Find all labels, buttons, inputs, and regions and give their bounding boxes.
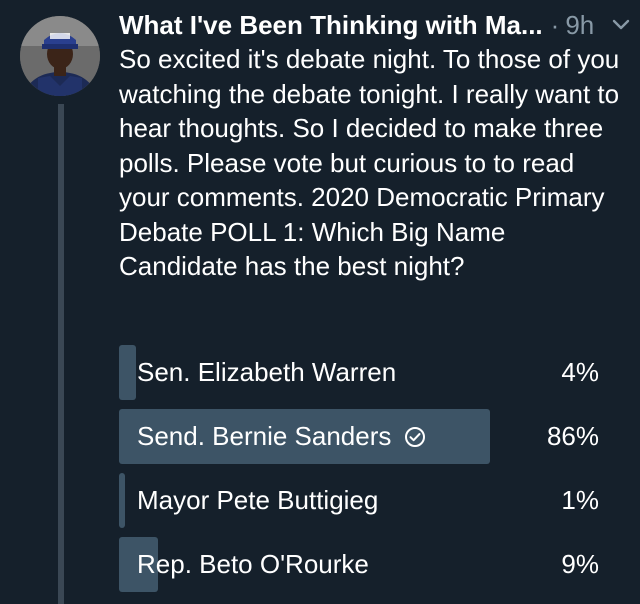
tweet-text: So excited it's debate night. To those o… [119,44,620,281]
poll-option-label: Mayor Pete Buttigieg [137,485,379,515]
poll-option-orourke[interactable]: Rep. Beto O'Rourke 9% [119,537,609,592]
poll-option-warren[interactable]: Sen. Elizabeth Warren 4% [119,345,609,400]
poll-option-percent: 86% [546,421,599,451]
tweet-header: What I've Been Thinking with Ma... · 9h [119,6,630,44]
poll-option-label: Send. Bernie Sanders [137,421,392,451]
thread-line [58,104,64,604]
timestamp[interactable]: 9h [565,10,594,41]
poll-bar [119,473,125,528]
avatar-image [20,16,100,96]
poll-option-sanders[interactable]: Send. Bernie Sanders 86% [119,409,609,464]
poll-option-label: Sen. Elizabeth Warren [137,357,397,387]
author-name[interactable]: What I've Been Thinking with Ma... [119,10,543,41]
poll-bar [119,345,136,400]
separator-dot: · [550,9,560,40]
chevron-down-icon[interactable] [612,14,630,36]
poll-option-percent: 4% [561,357,599,387]
check-circle-icon [403,425,427,449]
poll-option-percent: 9% [561,549,599,579]
poll-option-buttigieg[interactable]: Mayor Pete Buttigieg 1% [119,473,609,528]
poll: Sen. Elizabeth Warren 4% Send. Bernie Sa… [119,345,609,601]
avatar[interactable] [20,16,100,96]
poll-option-percent: 1% [561,485,599,515]
poll-option-label: Rep. Beto O'Rourke [137,549,369,579]
